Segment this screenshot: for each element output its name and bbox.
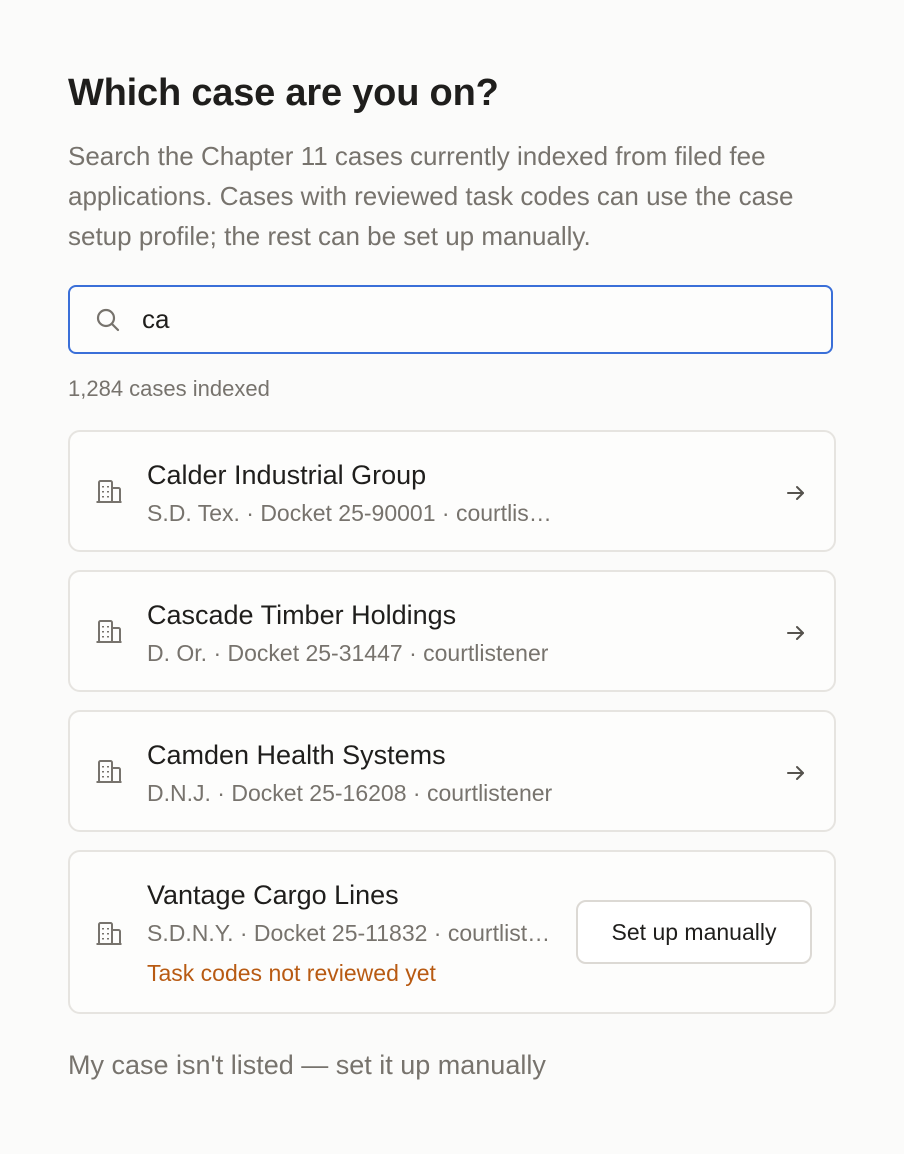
- set-up-manually-button[interactable]: Set up manually: [576, 900, 812, 964]
- case-meta: D. Or. · Docket 25-31447 · courtlistener: [147, 640, 549, 666]
- arrow-right-icon: [784, 621, 808, 645]
- case-meta: S.D.N.Y. · Docket 25-11832 · courtlisten…: [147, 920, 557, 946]
- search-icon: [94, 306, 122, 334]
- case-not-listed-link[interactable]: My case isn't listed — set it up manuall…: [68, 1050, 546, 1081]
- case-item-vantage: Vantage Cargo Lines S.D.N.Y. · Docket 25…: [68, 850, 836, 1014]
- case-item-camden[interactable]: Camden Health Systems D.N.J. · Docket 25…: [68, 710, 836, 832]
- case-item-cascade[interactable]: Cascade Timber Holdings D. Or. · Docket …: [68, 570, 836, 692]
- page-title: Which case are you on?: [68, 72, 499, 114]
- building-icon: [94, 757, 124, 787]
- search-box[interactable]: [68, 285, 833, 354]
- review-warning: Task codes not reviewed yet: [147, 960, 436, 986]
- search-input[interactable]: [142, 304, 782, 335]
- building-icon: [94, 919, 124, 949]
- building-icon: [94, 617, 124, 647]
- case-item-calder[interactable]: Calder Industrial Group S.D. Tex. · Dock…: [68, 430, 836, 552]
- case-name: Camden Health Systems: [147, 740, 446, 770]
- case-name: Cascade Timber Holdings: [147, 600, 457, 630]
- case-meta: D.N.J. · Docket 25-16208 · courtlistener: [147, 780, 553, 806]
- building-icon: [94, 477, 124, 507]
- index-count: 1,284 cases indexed: [68, 376, 270, 401]
- page-subtitle: Search the Chapter 11 cases currently in…: [68, 141, 794, 251]
- arrow-right-icon: [784, 481, 808, 505]
- arrow-right-icon: [784, 761, 808, 785]
- case-meta: S.D. Tex. · Docket 25-90001 · courtliste…: [147, 500, 557, 526]
- case-name: Calder Industrial Group: [147, 460, 427, 490]
- case-name: Vantage Cargo Lines: [147, 880, 399, 910]
